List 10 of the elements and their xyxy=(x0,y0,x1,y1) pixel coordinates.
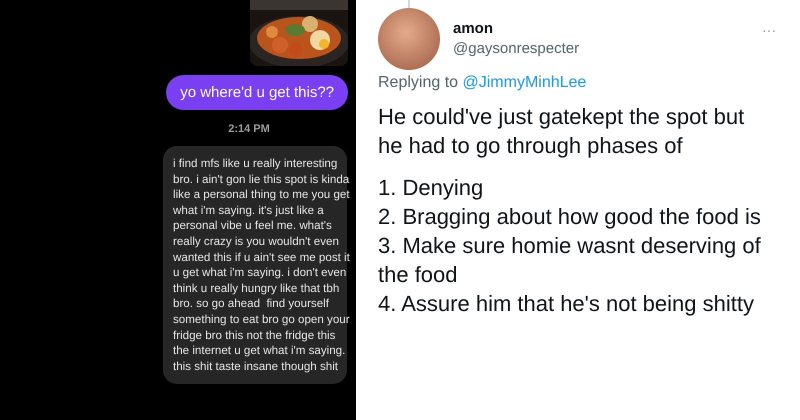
list-item: 3. Make sure homie wasnt deserving of the food xyxy=(378,232,762,289)
replying-to-text: Replying to @JimmyMinhLee xyxy=(378,74,588,92)
user-handle[interactable]: @gaysonrespecter xyxy=(453,40,762,57)
list-item: 2. Bragging about how good the food is xyxy=(378,203,762,231)
list-item: 4. Assure him that he's not being shitty xyxy=(378,290,755,318)
sent-message: yo where'd u get this?? xyxy=(166,75,348,110)
display-name[interactable]: amon xyxy=(453,20,762,37)
timestamp: 2:14 PM xyxy=(228,123,270,135)
list-item: 1. Denying xyxy=(378,174,484,202)
tweet-text: He could've just gatekept the spot but he had to go through phases of xyxy=(378,103,746,160)
